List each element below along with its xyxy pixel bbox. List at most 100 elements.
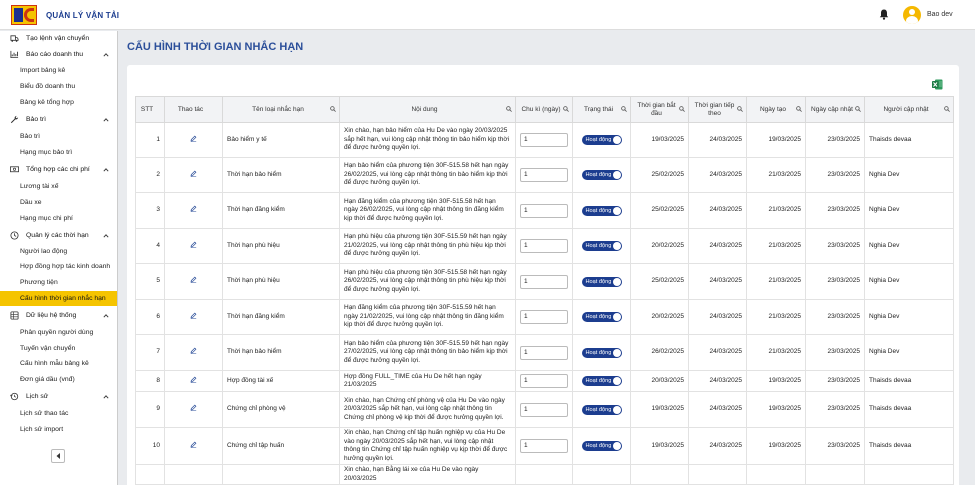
sidebar-group-0[interactable]: Tạo lệnh vận chuyển [0, 31, 118, 46]
search-icon[interactable] [621, 106, 627, 112]
search-icon[interactable] [679, 106, 685, 112]
sidebar-group-1[interactable]: Báo cáo doanh thu [0, 47, 118, 62]
search-icon[interactable] [563, 106, 569, 112]
table-row[interactable]: 9 Chứng chỉ phòng vệ Xin chào, hạn Chứng c… [135, 391, 954, 428]
sidebar-item-19[interactable]: Tuyến vận chuyển [0, 341, 118, 356]
sidebar-item-18[interactable]: Phân quyền người dùng [0, 325, 118, 340]
sidebar-item-label: Phân quyền người dùng [20, 329, 94, 336]
search-icon[interactable] [506, 106, 512, 112]
cycle-input[interactable]: 1 [520, 168, 568, 182]
sidebar-item-23[interactable]: Lịch sử thao tác [0, 406, 118, 421]
sidebar-item-21[interactable]: Đơn giá dầu (vnđ) [0, 372, 118, 387]
edit-icon[interactable] [190, 205, 197, 213]
sidebar-item-20[interactable]: Cấu hình mẫu bảng kê [0, 356, 118, 371]
sidebar-group-12[interactable]: Quản lý các thời hạn [0, 228, 118, 243]
sidebar-group-17[interactable]: Dữ liệu hệ thống [0, 308, 118, 323]
status-toggle[interactable]: Hoạt động [581, 205, 622, 216]
cycle-input[interactable]: 1 [520, 274, 568, 289]
sidebar-item-label: Bảo trì [20, 133, 41, 140]
row-start-time: 25/02/2025 [630, 157, 689, 193]
sidebar-item-13[interactable]: Người lao động [0, 244, 118, 259]
sidebar-item-11[interactable]: Hạng mục chi phí [0, 211, 118, 226]
sidebar-item-14[interactable]: Hợp đồng hợp tác kinh doanh [0, 259, 118, 274]
table-row[interactable]: Xin chào, hạn Bằng lái xe của Hu De vào … [135, 464, 954, 485]
status-toggle[interactable]: Hoạt động [581, 241, 622, 251]
edit-icon[interactable] [190, 170, 197, 177]
status-toggle[interactable]: Hoạt động [581, 312, 622, 322]
search-icon[interactable] [330, 106, 336, 112]
edit-icon[interactable] [190, 241, 197, 248]
status-toggle[interactable]: Hoạt động [581, 170, 622, 180]
col-actions-header: Thao tác [164, 96, 223, 123]
status-toggle[interactable]: Hoạt động [581, 135, 622, 145]
sidebar-group-22[interactable]: Lịch sử [0, 389, 118, 404]
row-actions [164, 334, 223, 371]
sidebar-scrollbar[interactable] [117, 31, 118, 485]
cycle-input[interactable]: 1 [520, 402, 568, 417]
row-updater: Nghia Dev [864, 192, 954, 229]
sidebar-item-10[interactable]: Dầu xe [0, 195, 118, 210]
cycle-input[interactable]: 1 [520, 374, 568, 388]
collapse-sidebar-button[interactable] [51, 449, 65, 463]
edit-icon[interactable] [190, 441, 197, 448]
edit-icon[interactable] [190, 347, 197, 355]
cycle-input[interactable]: 1 [520, 345, 568, 360]
status-toggle[interactable]: Hoạt động [581, 441, 622, 451]
row-content: Hợp đồng FULL_TIME của Hu De hết hạn ngà… [339, 370, 516, 392]
sidebar-item-15[interactable]: Phương tiện [0, 275, 118, 290]
row-updater: Nghia Dev [864, 334, 954, 371]
column-header-label: Ngày tạo [759, 105, 787, 113]
sidebar-group-8[interactable]: Tổng hợp các chi phí [0, 162, 118, 177]
table-row[interactable]: 4 Thời hạn phù hiệu Hạn phù hiệu của phươn… [135, 228, 954, 264]
status-toggle[interactable]: Hoạt động [581, 376, 622, 386]
search-icon[interactable] [855, 106, 861, 112]
status-toggle[interactable]: Hoạt động [581, 276, 622, 287]
cycle-input[interactable]: 1 [520, 239, 568, 253]
sidebar-item-4[interactable]: Bảng kê tổng hợp [0, 95, 118, 110]
sidebar-group-5[interactable]: Bảo trì [0, 112, 118, 127]
sidebar-item-24[interactable]: Lịch sử import [0, 422, 118, 437]
table-row[interactable]: 10 Chứng chỉ tập huấn Xin chào, hạn Chứng … [135, 427, 954, 465]
status-toggle[interactable]: Hoạt động [581, 347, 622, 358]
sidebar-item-2[interactable]: Import bảng kê [0, 63, 118, 78]
sidebar-item-7[interactable]: Hạng mục bảo trì [0, 145, 118, 160]
user-name[interactable]: Bao dev [927, 11, 953, 18]
table-row[interactable]: 8 Hợp đồng tài xế Hợp đồng FULL_TIME của H… [135, 370, 954, 392]
sidebar-item-9[interactable]: Lương tài xế [0, 179, 118, 194]
row-actions [164, 192, 223, 229]
sidebar-item-label: Đơn giá dầu (vnđ) [20, 376, 75, 383]
bell-icon[interactable] [879, 9, 889, 20]
edit-icon[interactable] [190, 376, 197, 383]
sidebar-item-3[interactable]: Biểu đồ doanh thu [0, 79, 118, 94]
company-logo[interactable] [11, 5, 37, 25]
edit-icon[interactable] [190, 404, 197, 412]
sidebar-item-label: Import bảng kê [20, 67, 66, 74]
col-cycle-header: Chu kì (ngày) [515, 96, 573, 123]
cycle-input[interactable]: 1 [520, 203, 568, 218]
edit-icon[interactable] [190, 135, 197, 142]
cycle-input[interactable]: 1 [520, 439, 568, 453]
search-icon[interactable] [796, 106, 802, 112]
table-row[interactable]: 7 Thời hạn bảo hiểm Hạn bảo hiểm của phươn… [135, 334, 954, 371]
cycle-input[interactable]: 1 [520, 310, 568, 324]
sidebar-item-6[interactable]: Bảo trì [0, 129, 118, 144]
edit-icon[interactable] [190, 276, 197, 284]
row-cycle: 1 [515, 370, 573, 392]
search-icon[interactable] [944, 106, 950, 112]
table-row[interactable]: 1 Bảo hiểm y tế Xin chào, hạn bảo hiểm của… [135, 122, 954, 158]
cycle-input[interactable]: 1 [520, 133, 568, 147]
table-row[interactable]: 3 Thời hạn đăng kiểm Hạn đăng kiểm của phư… [135, 192, 954, 229]
status-toggle[interactable]: Hoạt động [581, 404, 622, 415]
sidebar-item-16[interactable]: Cấu hình thời gian nhắc hạn [0, 291, 118, 306]
excel-export-icon[interactable] [932, 79, 943, 90]
table-row[interactable]: 5 Thời hạn phù hiệu Hạn phù hiệu của phươn… [135, 263, 954, 300]
table-row[interactable]: 2 Thời hạn bảo hiểm Hạn bảo hiểm của phươn… [135, 157, 954, 193]
row-updater: Nghia Dev [864, 157, 954, 193]
edit-icon[interactable] [190, 312, 197, 319]
row-content: Xin chào, hạn Chứng chỉ tập huấn nghiệp … [339, 427, 516, 465]
user-avatar[interactable] [903, 6, 921, 24]
search-icon[interactable] [737, 106, 743, 112]
row-next-time: 24/03/2025 [688, 192, 747, 229]
table-row[interactable]: 6 Thời hạn đăng kiểm Hạn đăng kiểm của phư… [135, 299, 954, 335]
row-start-time: 19/03/2025 [630, 391, 689, 428]
